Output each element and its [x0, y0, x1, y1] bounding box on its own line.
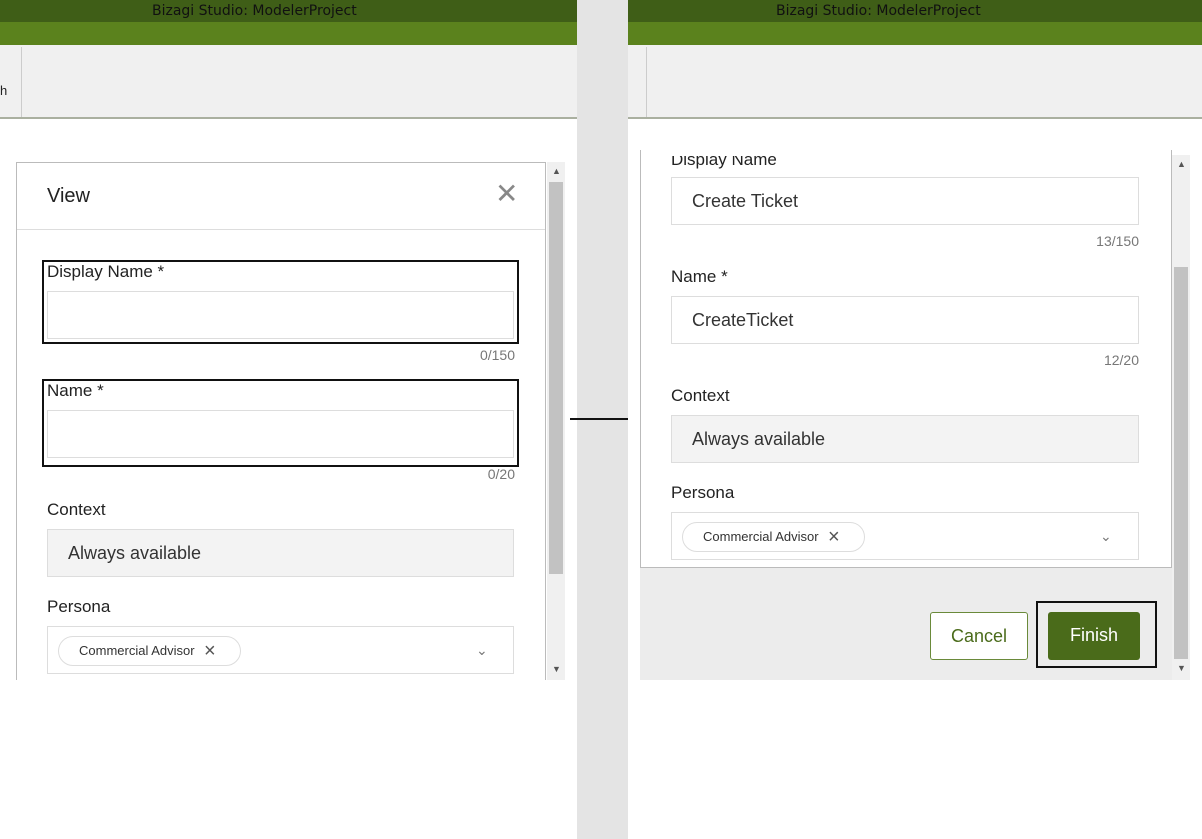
context-input[interactable]: Always available — [47, 529, 514, 577]
scroll-up-icon[interactable]: ▲ — [1177, 159, 1186, 169]
toolbar-separator — [21, 47, 22, 117]
title-bar: Bizagi Studio: ModelerProject — [0, 0, 577, 22]
persona-chip-label: Commercial Advisor — [703, 529, 819, 544]
persona-label: Persona — [671, 483, 735, 502]
scrollbar[interactable]: ▲ ▼ — [1172, 155, 1190, 680]
scrollbar-thumb[interactable] — [549, 182, 563, 574]
name-input[interactable]: CreateTicket — [671, 296, 1139, 344]
toolbar-text: h — [0, 83, 8, 98]
scroll-up-icon[interactable]: ▲ — [552, 166, 561, 176]
display-name-count: 13/150 — [1096, 233, 1139, 249]
display-name-count: 0/150 — [479, 347, 515, 363]
chevron-down-icon[interactable]: ⌄ — [476, 627, 488, 673]
display-name-input[interactable]: Create Ticket — [671, 177, 1139, 225]
context-label: Context — [47, 500, 106, 519]
window-title: Bizagi Studio: ModelerProject — [152, 3, 357, 19]
dialog-title: View — [47, 185, 90, 207]
after-pane: Bizagi Studio: ModelerProject Display Na… — [628, 0, 1202, 839]
dialog-header: View ✕ — [17, 163, 545, 230]
toolbar: h — [0, 45, 577, 119]
before-pane: Bizagi Studio: ModelerProject h View ✕ D… — [0, 0, 577, 839]
persona-label: Persona — [47, 597, 111, 616]
toolbar-separator — [646, 47, 647, 117]
display-name-label: Display Name * — [47, 262, 165, 281]
display-name-input[interactable] — [47, 291, 514, 339]
finish-button[interactable]: Finish — [1048, 612, 1140, 660]
persona-chip-label: Commercial Advisor — [79, 643, 195, 658]
name-count: 12/20 — [1103, 352, 1139, 368]
persona-select[interactable]: Commercial Advisor × ⌄ — [671, 512, 1139, 560]
scrollbar-thumb[interactable] — [1174, 267, 1188, 659]
name-label: Name * — [47, 381, 104, 400]
persona-chip: Commercial Advisor × — [682, 522, 865, 552]
cancel-button[interactable]: Cancel — [930, 612, 1028, 660]
name-count: 0/20 — [487, 466, 515, 482]
persona-chip: Commercial Advisor × — [58, 636, 241, 666]
context-label: Context — [671, 386, 730, 405]
dialog-footer: Cancel Finish — [640, 568, 1172, 680]
scrollbar[interactable]: ▲ ▼ — [547, 162, 565, 680]
context-input[interactable]: Always available — [671, 415, 1139, 463]
chevron-down-icon[interactable]: ⌄ — [1100, 513, 1112, 559]
toolbar — [628, 45, 1202, 119]
name-input[interactable] — [47, 410, 514, 458]
scroll-down-icon[interactable]: ▼ — [552, 664, 561, 674]
ribbon — [0, 22, 577, 45]
name-label: Name * — [671, 267, 728, 286]
remove-icon[interactable]: × — [204, 637, 216, 665]
remove-icon[interactable]: × — [828, 523, 840, 551]
whitespace-mask — [0, 680, 577, 839]
title-bar: Bizagi Studio: ModelerProject — [628, 0, 1202, 22]
scroll-down-icon[interactable]: ▼ — [1177, 663, 1186, 673]
ribbon — [628, 22, 1202, 45]
window-title: Bizagi Studio: ModelerProject — [776, 3, 981, 19]
close-icon[interactable]: ✕ — [495, 177, 518, 210]
persona-select[interactable]: Commercial Advisor × ⌄ — [47, 626, 514, 674]
